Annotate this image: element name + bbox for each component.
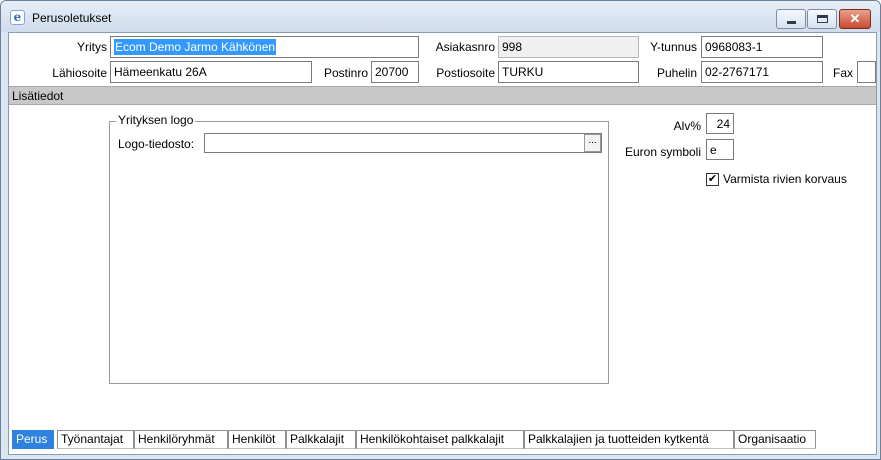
puhelin-field[interactable]: 02-2767171 bbox=[701, 61, 823, 83]
confirm-replace-label[interactable]: Varmista rivien korvaus bbox=[723, 172, 847, 186]
minimize-icon bbox=[787, 21, 796, 24]
alv-label: Alv% bbox=[673, 119, 701, 133]
lahiosoite-field[interactable]: Hämeenkatu 26A bbox=[110, 61, 312, 83]
yritys-label: Yritys bbox=[77, 40, 107, 54]
tab-organisaatio[interactable]: Organisaatio bbox=[734, 430, 816, 449]
tab-henkiloryhmat[interactable]: Henkilöryhmät bbox=[134, 430, 228, 449]
tab-palkkalajien-kytkenta[interactable]: Palkkalajien ja tuotteiden kytkentä bbox=[524, 430, 734, 449]
postiosoite-field[interactable]: TURKU bbox=[498, 61, 639, 83]
lahiosoite-label: Lähiosoite bbox=[52, 66, 107, 80]
tab-perus[interactable]: Perus bbox=[12, 430, 54, 449]
tab-henkilot[interactable]: Henkilöt bbox=[228, 430, 286, 449]
tab-henkilokohtaiset-palkkalajit[interactable]: Henkilökohtaiset palkkalajit bbox=[356, 430, 524, 449]
close-button[interactable]: ✕ bbox=[839, 9, 871, 29]
yritys-value: Ecom Demo Jarmo Kähkönen bbox=[114, 39, 277, 55]
confirm-replace-checkbox[interactable]: ✔ bbox=[706, 173, 719, 186]
tab-palkkalajit[interactable]: Palkkalajit bbox=[286, 430, 356, 449]
postinro-label: Postinro bbox=[323, 66, 368, 80]
minimize-button[interactable] bbox=[776, 9, 806, 29]
asiakasnro-field[interactable]: 998 bbox=[498, 36, 639, 58]
alv-field[interactable]: 24 bbox=[706, 113, 734, 134]
logo-file-label: Logo-tiedosto: bbox=[118, 137, 195, 151]
lisatiedot-bar: Lisätiedot bbox=[9, 86, 876, 105]
app-icon[interactable]: e bbox=[10, 10, 25, 25]
postiosoite-label: Postiosoite bbox=[436, 66, 495, 80]
euro-symbol-label: Euron symboli bbox=[624, 145, 701, 159]
browse-button[interactable]: ... bbox=[584, 134, 601, 152]
window-title: Perusoletukset bbox=[32, 11, 112, 25]
maximize-button[interactable] bbox=[807, 9, 837, 29]
maximize-icon bbox=[817, 15, 828, 23]
yritys-field[interactable]: Ecom Demo Jarmo Kähkönen bbox=[110, 36, 419, 58]
asiakasnro-label: Asiakasnro bbox=[435, 40, 495, 54]
euro-symbol-field[interactable]: e bbox=[706, 139, 734, 160]
logo-group bbox=[109, 121, 609, 384]
logo-group-title: Yrityksen logo bbox=[116, 113, 196, 127]
ytunnus-label: Y-tunnus bbox=[650, 40, 697, 54]
title-bar[interactable]: e Perusoletukset ✕ bbox=[1, 1, 880, 32]
form-area: Yritys Ecom Demo Jarmo Kähkönen Asiakasn… bbox=[8, 32, 877, 455]
section-title: Lisätiedot bbox=[12, 89, 64, 103]
logo-file-field[interactable] bbox=[204, 133, 602, 153]
puhelin-label: Puhelin bbox=[656, 66, 697, 80]
tab-tyonantajat[interactable]: Työnantajat bbox=[57, 430, 134, 449]
window: e Perusoletukset ✕ Yritys Ecom Demo Jarm… bbox=[0, 0, 881, 460]
postinro-field[interactable]: 20700 bbox=[371, 61, 419, 83]
fax-field[interactable] bbox=[857, 61, 876, 83]
ytunnus-field[interactable]: 0968083-1 bbox=[701, 36, 823, 58]
fax-label: Fax bbox=[832, 66, 853, 80]
close-icon: ✕ bbox=[849, 11, 861, 26]
